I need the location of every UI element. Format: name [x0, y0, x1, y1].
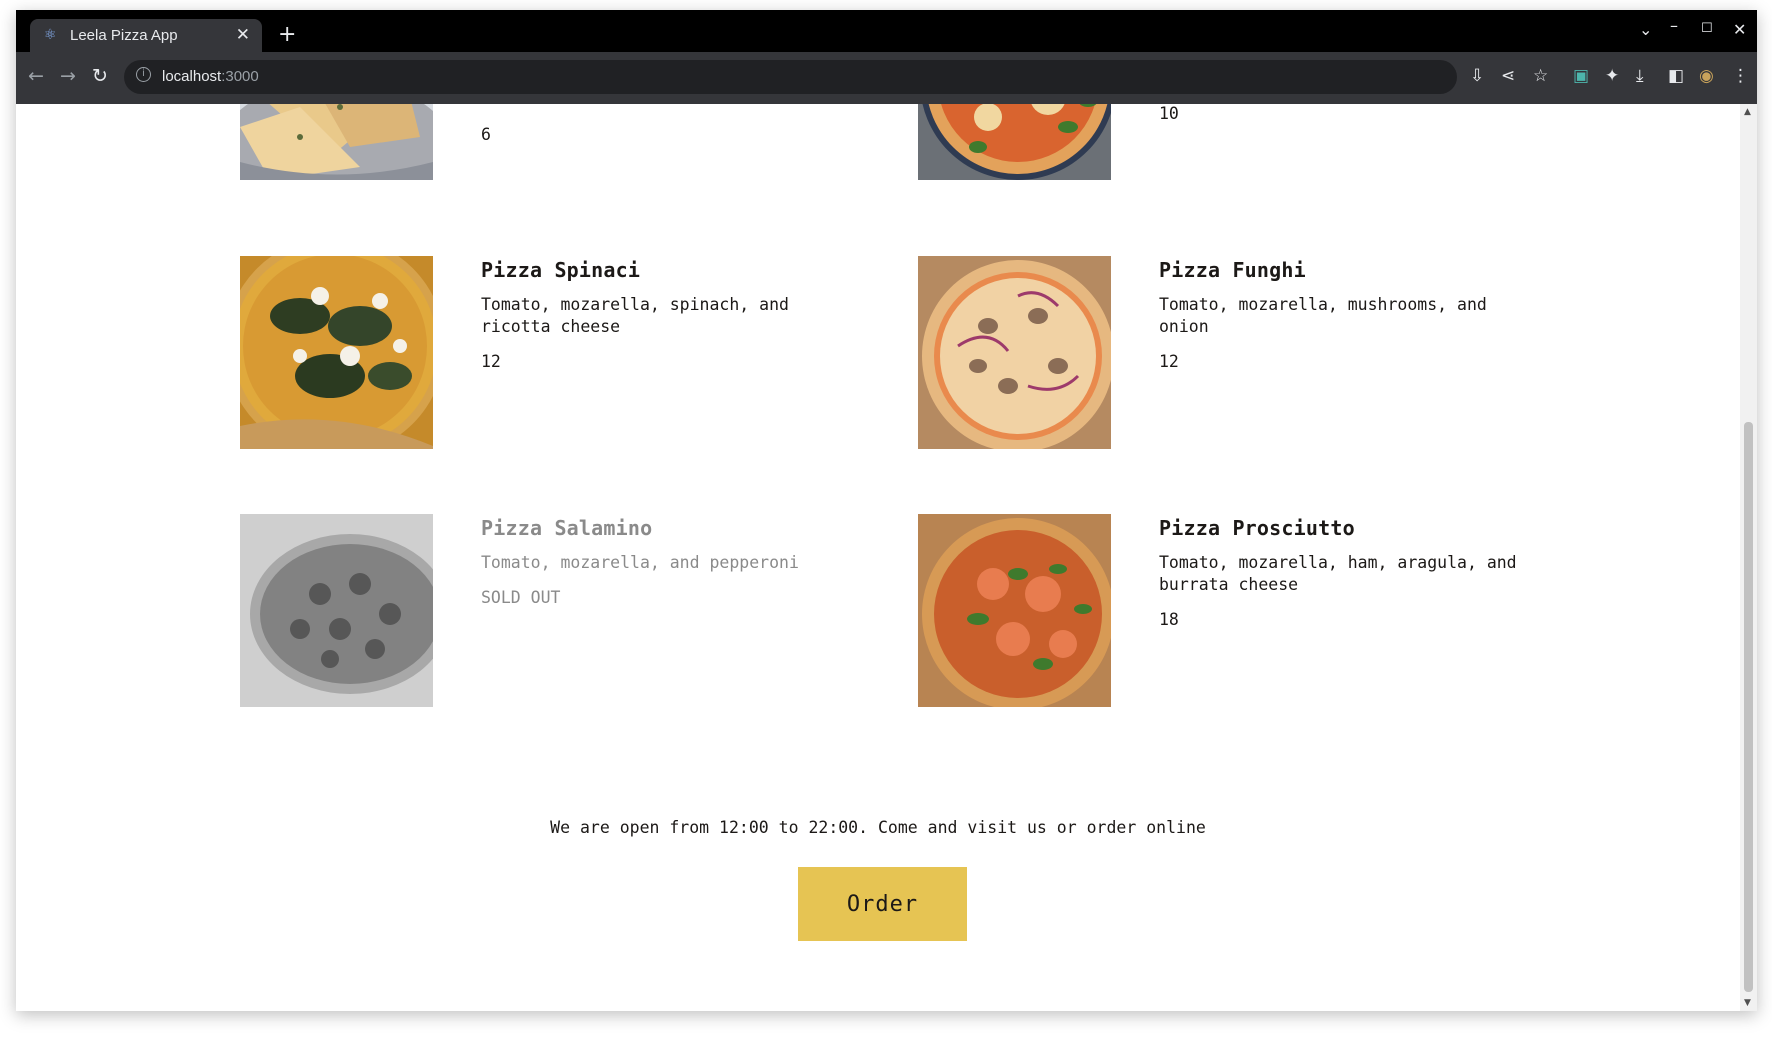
pizza-price: 10 [1159, 104, 1179, 123]
pizza-price: 12 [1159, 352, 1179, 371]
extension-n-icon[interactable]: ▣ [1573, 66, 1589, 86]
bookmark-star-icon[interactable]: ☆ [1533, 66, 1548, 86]
pizza-photo-prosciutto [918, 514, 1111, 707]
pizza-name: Pizza Funghi [1159, 258, 1306, 282]
maximize-icon[interactable]: ☐ [1701, 21, 1713, 36]
browser-tab[interactable]: ⚛ Leela Pizza App ✕ [30, 19, 262, 52]
pizza-price: 12 [481, 352, 501, 371]
scrollbar-thumb[interactable] [1744, 422, 1753, 992]
close-window-icon[interactable]: ✕ [1733, 20, 1746, 39]
profile-avatar-icon[interactable]: ◉ [1699, 66, 1714, 86]
pizza-ingredients: Tomato, mozarella, and pepperoni [481, 553, 799, 572]
tab-strip: ⚛ Leela Pizza App ✕ + ⌄ – ☐ ✕ [16, 10, 1757, 52]
kebab-menu-icon[interactable]: ⋮ [1732, 66, 1749, 86]
minimize-icon[interactable]: – [1670, 16, 1678, 35]
opening-hours-text: We are open from 12:00 to 22:00. Come an… [550, 818, 1206, 837]
browser-toolbar: ← → ↻ i localhost:3000 ⇩ ⋖ ☆ ▣ ✦ ⤓ ◧ ◉ ⋮ [16, 52, 1757, 104]
pizza-photo-focaccia [240, 104, 433, 180]
forward-arrow-icon[interactable]: → [60, 65, 76, 87]
pizza-photo-margherita [918, 104, 1111, 180]
close-tab-icon[interactable]: ✕ [236, 25, 250, 45]
menu-item-pizza-salamino: Pizza Salamino Tomato, mozarella, and pe… [240, 514, 840, 707]
sold-out-label: SOLD OUT [481, 588, 561, 607]
page-viewport: 6 10 Pizza Spinaci Tomato, mozarella, sp… [16, 104, 1740, 1011]
downloads-icon[interactable]: ⤓ [1636, 66, 1644, 86]
install-app-icon[interactable]: ⇩ [1470, 66, 1484, 86]
address-bar[interactable]: i localhost:3000 [124, 60, 1457, 94]
pizza-ingredients: Tomato, mozarella, mushrooms, and onion [1159, 295, 1487, 336]
pizza-photo-salamino [240, 514, 433, 707]
order-button[interactable]: Order [798, 867, 967, 941]
menu-item-partial-right: 10 [918, 104, 1518, 180]
share-icon[interactable]: ⋖ [1501, 66, 1515, 86]
back-arrow-icon[interactable]: ← [28, 65, 44, 87]
url-text[interactable]: localhost:3000 [162, 68, 259, 85]
pizza-ingredients: Tomato, mozarella, spinach, and ricotta … [481, 295, 789, 336]
reload-icon[interactable]: ↻ [92, 65, 108, 87]
pizza-photo-spinaci [240, 256, 433, 449]
scroll-down-icon[interactable]: ▼ [1744, 998, 1751, 1008]
site-info-icon[interactable]: i [136, 67, 151, 82]
tab-title: Leela Pizza App [70, 27, 178, 44]
new-tab-icon[interactable]: + [278, 22, 296, 47]
page-scrollbar[interactable]: ▲ ▼ [1740, 104, 1757, 1011]
pizza-name: Pizza Spinaci [481, 258, 641, 282]
pizza-name: Pizza Prosciutto [1159, 516, 1355, 540]
pizza-photo-funghi [918, 256, 1111, 449]
pizza-price: 18 [1159, 610, 1179, 629]
side-panel-icon[interactable]: ◧ [1668, 66, 1684, 86]
menu-item-pizza-spinaci: Pizza Spinaci Tomato, mozarella, spinach… [240, 256, 840, 449]
menu-item-pizza-funghi: Pizza Funghi Tomato, mozarella, mushroom… [918, 256, 1518, 449]
react-favicon-icon: ⚛ [44, 27, 57, 43]
extensions-puzzle-icon[interactable]: ✦ [1605, 66, 1619, 86]
browser-window: ⚛ Leela Pizza App ✕ + ⌄ – ☐ ✕ ← → ↻ i lo… [16, 10, 1757, 1011]
pizza-name: Pizza Salamino [481, 516, 653, 540]
menu-item-pizza-prosciutto: Pizza Prosciutto Tomato, mozarella, ham,… [918, 514, 1518, 707]
scroll-up-icon[interactable]: ▲ [1744, 107, 1751, 117]
tab-search-chevron-icon[interactable]: ⌄ [1639, 20, 1652, 39]
pizza-price: 6 [481, 125, 491, 144]
pizza-ingredients: Tomato, mozarella, ham, aragula, and bur… [1159, 553, 1517, 594]
menu-item-partial-left: 6 [240, 104, 840, 180]
